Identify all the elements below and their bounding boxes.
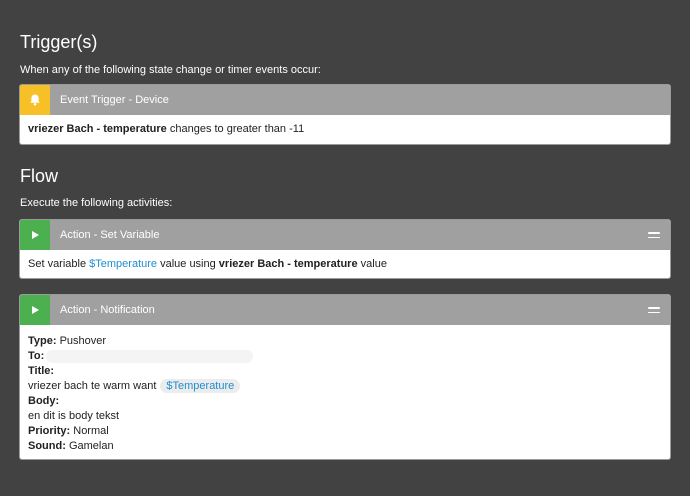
notification-type: Type: Pushover: [28, 335, 107, 347]
drag-handle-icon[interactable]: [648, 232, 660, 238]
notification-title: Action - Notification: [60, 304, 155, 316]
redacted-recipient: [46, 349, 254, 363]
notification-priority: Priority: Normal: [28, 425, 109, 437]
event-trigger-title: Event Trigger - Device: [60, 94, 169, 106]
trigger-attribute: temperature: [103, 123, 167, 135]
set-variable-header[interactable]: Action - Set Variable: [20, 220, 670, 250]
notification-header[interactable]: Action - Notification: [20, 295, 670, 325]
trigger-section-subtitle: When any of the following state change o…: [20, 64, 321, 76]
title-variable-pill: $Temperature: [160, 379, 241, 393]
drag-handle-icon[interactable]: [648, 307, 660, 313]
notification-body-label: Body:: [28, 395, 60, 407]
trigger-separator: -: [93, 123, 104, 135]
set-variable-title: Action - Set Variable: [60, 229, 160, 241]
event-trigger-body: vriezer Bach - temperature changes to gr…: [20, 115, 670, 137]
notification-body: Type: Pushover To: Title: vriezer bach t…: [20, 325, 670, 454]
bell-icon: [20, 85, 50, 115]
notification-to: To:: [28, 349, 662, 364]
play-icon: [20, 220, 50, 250]
set-variable-device: vriezer Bach - temperature: [218, 258, 358, 270]
notification-title-text: vriezer bach te warm want $Temperature: [28, 379, 662, 394]
event-trigger-card[interactable]: Event Trigger - Device vriezer Bach - te…: [20, 85, 670, 144]
trigger-section-title: Trigger(s): [20, 32, 98, 52]
flow-section-subtitle: Execute the following activities:: [20, 197, 173, 209]
variable-name: $Temperature: [89, 258, 158, 270]
flow-section-title: Flow: [20, 166, 59, 186]
set-variable-card[interactable]: Action - Set Variable Set variable $Temp…: [20, 220, 670, 278]
notification-sound: Sound: Gamelan: [28, 440, 114, 452]
play-icon: [20, 295, 50, 325]
notification-body-text: en dit is body tekst: [28, 410, 120, 422]
set-variable-prefix: Set variable: [28, 258, 90, 270]
event-trigger-header[interactable]: Event Trigger - Device: [20, 85, 670, 115]
set-variable-middle: value using: [157, 258, 219, 270]
trigger-condition: changes to greater than -11: [166, 123, 305, 135]
trigger-device: vriezer Bach: [28, 123, 94, 135]
notification-card[interactable]: Action - Notification Type: Pushover To:…: [20, 295, 670, 459]
set-variable-body: Set variable $Temperature value using vr…: [20, 250, 670, 272]
notification-title-label: Title:: [28, 365, 55, 377]
set-variable-suffix: value: [357, 258, 387, 270]
